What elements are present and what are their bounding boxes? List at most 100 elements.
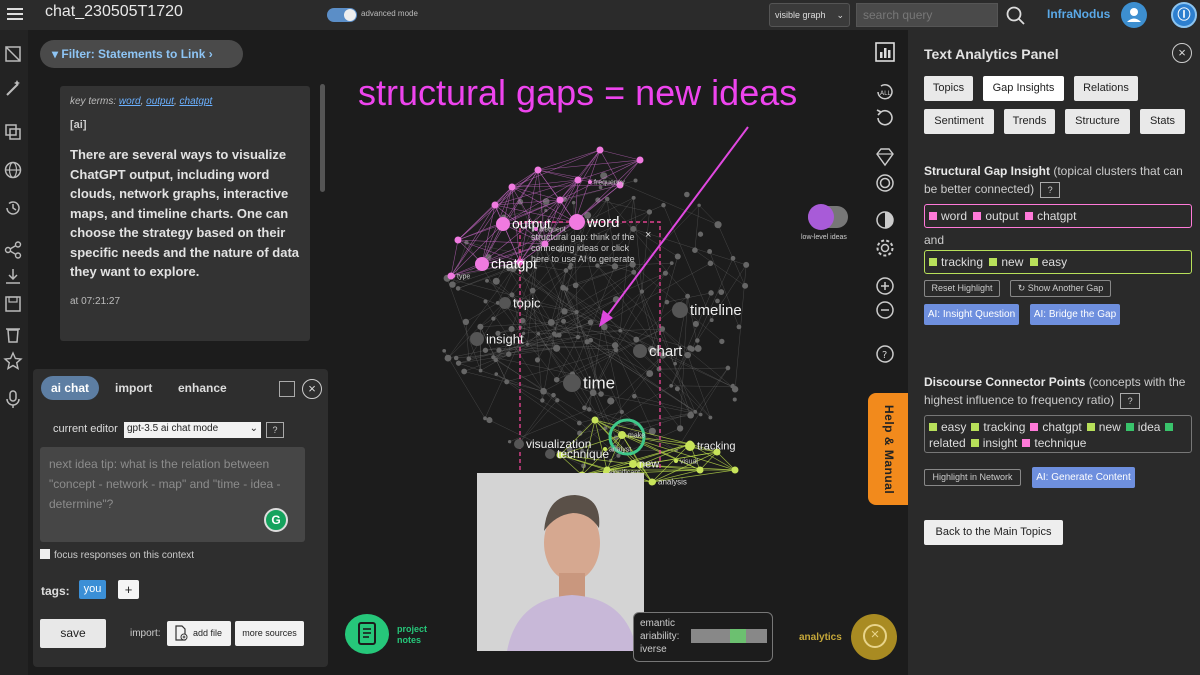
cluster-word[interactable]: chatgpt (1037, 209, 1076, 223)
graph-node (477, 323, 484, 330)
editor-select[interactable]: gpt-3.5 ai chat mode ⌄ (124, 422, 261, 438)
user-avatar[interactable] (1121, 2, 1147, 28)
connector-help-button[interactable]: ? (1120, 393, 1141, 409)
gap-cluster-1[interactable]: word output chatgpt (924, 204, 1192, 228)
focus-checkbox[interactable] (40, 549, 50, 559)
chat-title[interactable]: chat_230505T1720 (45, 3, 183, 21)
help-icon[interactable]: ? (874, 343, 896, 365)
no-statements-icon[interactable] (3, 44, 23, 64)
connector-title: Discourse Connector Points (924, 375, 1086, 389)
show-another-gap-button[interactable]: ↻ Show Another Gap (1010, 280, 1111, 297)
connector-word[interactable]: idea (1138, 420, 1161, 434)
tab-relations[interactable]: Relations (1074, 76, 1138, 101)
connector-word[interactable]: tracking (983, 420, 1025, 434)
history-icon[interactable] (3, 198, 23, 218)
gap-help-button[interactable]: ? (1040, 182, 1061, 198)
ai-bridge-gap-button[interactable]: AI: Bridge the Gap (1030, 304, 1120, 325)
add-file-button[interactable]: add file (167, 621, 231, 646)
cluster-word[interactable]: tracking (941, 255, 983, 269)
graph-visibility-select[interactable]: visible graph ⌄ (769, 3, 850, 27)
refresh-icon[interactable] (874, 107, 896, 129)
expand-panel-button[interactable] (279, 381, 295, 397)
bar-chart-icon[interactable] (874, 41, 896, 63)
key-term-link[interactable]: word (119, 96, 141, 107)
connector-word[interactable]: technique (1034, 436, 1086, 450)
tag-you[interactable]: you (79, 580, 106, 599)
cluster-word[interactable]: output (985, 209, 1018, 223)
trash-icon[interactable] (3, 324, 23, 344)
save-button[interactable]: save (40, 619, 106, 648)
graph-node (697, 203, 701, 208)
connector-word[interactable]: related (929, 436, 966, 450)
chat-input[interactable]: next idea tip: what is the relation betw… (40, 447, 305, 542)
tab-stats[interactable]: Stats (1140, 109, 1185, 134)
cluster-word[interactable]: word (941, 209, 967, 223)
circle-target-icon[interactable] (874, 172, 896, 194)
analytics-close-button[interactable] (851, 614, 897, 660)
add-tag-button[interactable]: + (118, 580, 139, 599)
annotation-arrow (603, 126, 749, 321)
save-icon[interactable] (3, 294, 23, 314)
graph-node (736, 324, 742, 330)
star-icon[interactable] (3, 351, 23, 371)
highlight-network-button[interactable]: Highlight in Network (924, 469, 1021, 486)
advanced-mode-toggle[interactable] (327, 8, 357, 22)
key-term-link[interactable]: chatgpt (180, 96, 213, 107)
zoom-in-icon[interactable] (874, 275, 896, 297)
focus-responses-row[interactable]: focus responses on this context (40, 549, 194, 561)
globe-icon[interactable] (3, 160, 23, 180)
connector-word[interactable]: insight (983, 436, 1018, 450)
graph-node (576, 420, 582, 426)
menu-icon[interactable] (6, 5, 24, 23)
magic-wand-icon[interactable] (3, 78, 23, 98)
cluster-word[interactable]: easy (1042, 255, 1067, 269)
connector-word[interactable]: new (1099, 420, 1121, 434)
node-label-timeline: timeline (690, 302, 742, 319)
gap-cluster-2[interactable]: tracking new easy (924, 250, 1192, 274)
gear-icon[interactable] (874, 237, 896, 259)
gap-popup[interactable]: structural gap: think of the connecting … (531, 232, 641, 265)
tab-structure[interactable]: Structure (1065, 109, 1130, 134)
reset-all-icon[interactable]: ALL (874, 81, 896, 103)
brand-name[interactable]: InfraNodus (1047, 7, 1110, 21)
copy-icon[interactable] (3, 122, 23, 142)
download-icon[interactable] (3, 266, 23, 286)
tab-topics[interactable]: Topics (924, 76, 973, 101)
ai-insight-question-button[interactable]: AI: Insight Question (924, 304, 1019, 325)
graph-node (633, 336, 640, 343)
more-sources-button[interactable]: more sources (235, 621, 304, 646)
tab-ai-chat[interactable]: ai chat (41, 376, 100, 400)
tab-trends[interactable]: Trends (1004, 109, 1055, 134)
connector-word[interactable]: chatgpt (1042, 420, 1081, 434)
low-level-ideas-toggle[interactable] (808, 204, 848, 230)
gap-popup-close-icon[interactable]: × (645, 229, 651, 241)
grammarly-icon[interactable]: G (264, 508, 288, 532)
tab-gap-insights[interactable]: Gap Insights (983, 76, 1064, 101)
search-icon[interactable] (1005, 5, 1025, 25)
reset-highlight-button[interactable]: Reset Highlight (924, 280, 1000, 297)
statement-filter-button[interactable]: ▾ Filter: Statements to Link › (40, 40, 243, 68)
diamond-icon[interactable] (874, 146, 896, 168)
share-icon[interactable] (3, 240, 23, 260)
zoom-out-icon[interactable] (874, 299, 896, 321)
contrast-icon[interactable] (874, 209, 896, 231)
microphone-icon[interactable] (3, 389, 23, 409)
connector-word[interactable]: easy (941, 420, 966, 434)
key-term-link[interactable]: output (146, 96, 174, 107)
panel-close-icon[interactable]: × (1172, 43, 1192, 63)
ai-generate-content-button[interactable]: AI: Generate Content (1032, 467, 1135, 488)
close-chat-button[interactable]: × (302, 379, 322, 399)
back-to-topics-button[interactable]: Back to the Main Topics (924, 520, 1063, 545)
graph-node (732, 397, 737, 402)
search-input[interactable]: search query (856, 3, 998, 27)
tab-import[interactable]: import (115, 381, 152, 395)
app-logo[interactable]: Ⓘ (1171, 2, 1197, 28)
cluster-word[interactable]: new (1001, 255, 1023, 269)
project-notes-button[interactable] (345, 614, 389, 654)
statement-card[interactable]: key terms: word, output, chatgpt [ai] Th… (60, 86, 310, 341)
statements-scrollbar[interactable] (320, 84, 325, 192)
tab-sentiment[interactable]: Sentiment (924, 109, 994, 134)
tab-enhance[interactable]: enhance (178, 381, 227, 395)
panel-title: Text Analytics Panel (924, 46, 1059, 62)
editor-help-button[interactable]: ? (266, 422, 284, 438)
